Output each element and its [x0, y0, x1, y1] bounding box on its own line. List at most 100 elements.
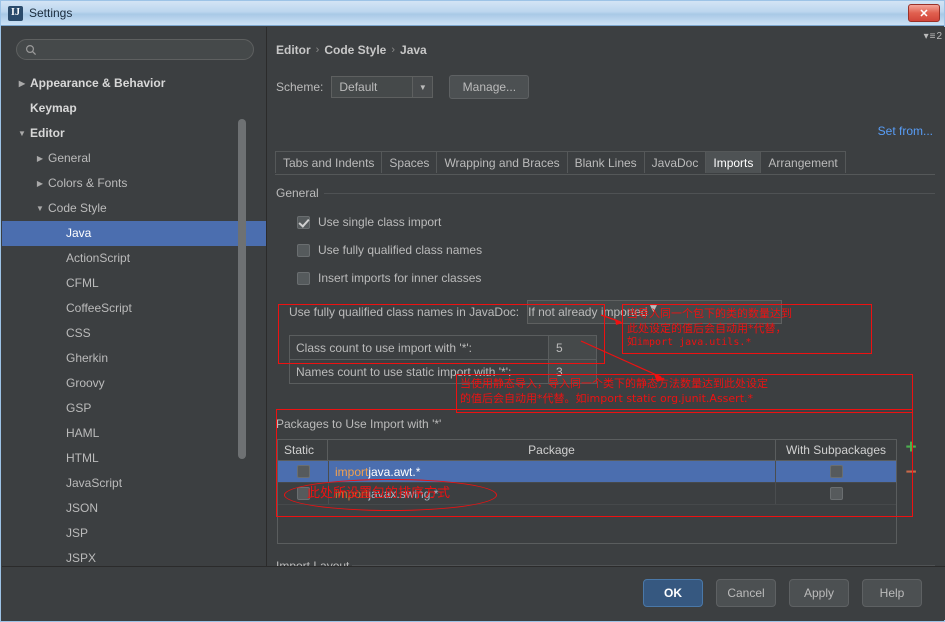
sidebar-item-label: Groovy	[66, 376, 105, 390]
sidebar-item-json[interactable]: JSON	[2, 496, 266, 521]
checkbox-icon[interactable]	[297, 243, 310, 257]
sidebar-item-label: Code Style	[48, 201, 107, 215]
sidebar-item-label: HAML	[66, 426, 100, 440]
twisty-expanded-icon[interactable]: ▼	[16, 121, 28, 146]
annotation-line-2: 此处设定的值后会自动用*代替，	[627, 322, 787, 335]
twisty-collapsed-icon[interactable]: ▶	[34, 146, 46, 171]
scheme-value: Default	[339, 80, 378, 94]
sidebar-item-gsp[interactable]: GSP	[2, 396, 266, 421]
sidebar-item-appearance-behavior[interactable]: ▶ Appearance & Behavior	[2, 71, 266, 96]
general-group-title: General	[276, 186, 325, 200]
sidebar-item-label: Java	[66, 226, 92, 240]
sidebar-item-label: CFML	[66, 276, 99, 290]
sidebar-item-label: Gherkin	[66, 351, 109, 365]
tab-imports[interactable]: Imports	[705, 151, 761, 173]
checkbox-label: Use single class import	[318, 215, 442, 229]
settings-window: IJ Settings ✕ ▶ Appearance & Behavior Keym…	[0, 0, 945, 622]
sidebar-item-label: JSON	[66, 501, 99, 515]
scheme-label: Scheme:	[276, 80, 324, 94]
twisty-expanded-icon[interactable]: ▼	[34, 196, 46, 221]
sidebar-item-label: ActionScript	[66, 251, 131, 265]
sidebar-item-jspx[interactable]: JSPX	[2, 546, 266, 566]
help-button[interactable]: Help	[862, 579, 922, 607]
manage-button[interactable]: Manage...	[449, 75, 530, 99]
twisty-collapsed-icon[interactable]: ▶	[16, 71, 28, 96]
tab-arrangement[interactable]: Arrangement	[760, 151, 846, 173]
annotation-line-1: 当导入同一个包下的类的数量达到	[627, 307, 792, 320]
sidebar-item-label: Keymap	[30, 101, 77, 115]
breadcrumb-separator: ›	[315, 44, 320, 56]
breadcrumb-editor: Editor	[276, 43, 311, 57]
checkbox-use-single-class-import[interactable]: Use single class import	[297, 215, 441, 229]
sidebar-scrollbar-thumb[interactable]	[238, 119, 246, 459]
tab-underline	[275, 174, 935, 175]
checkbox-label: Insert imports for inner classes	[318, 271, 482, 285]
overflow-count: 2	[936, 31, 942, 42]
sidebar-item-groovy[interactable]: Groovy	[2, 371, 266, 396]
sidebar-item-label: JSP	[66, 526, 89, 540]
sidebar-item-css[interactable]: CSS	[2, 321, 266, 346]
annotation-table-note: 此处所设置包的排序方式	[307, 486, 451, 501]
checkbox-use-fully-qualified-class-names[interactable]: Use fully qualified class names	[297, 243, 482, 257]
sidebar-item-html[interactable]: HTML	[2, 446, 266, 471]
annotation-box-counts	[278, 304, 605, 364]
annotation-line-2: 的值后会自动用*代替。如import static org.junit.Asse…	[460, 392, 754, 405]
sidebar-item-label: Colors & Fonts	[48, 176, 128, 190]
scheme-row: Scheme: Default ▼ Manage...	[276, 75, 530, 99]
tab-tabs-and-indents[interactable]: Tabs and Indents	[275, 151, 382, 173]
checkbox-label: Use fully qualified class names	[318, 243, 483, 257]
ok-button[interactable]: OK	[643, 579, 703, 607]
tab-javadoc[interactable]: JavaDoc	[643, 151, 706, 173]
sidebar-item-label: JavaScript	[66, 476, 123, 490]
window-title: Settings	[29, 6, 73, 20]
sidebar-item-editor[interactable]: ▼ Editor	[2, 121, 266, 146]
dialog-button-bar: OK Cancel Apply Help	[2, 566, 945, 620]
breadcrumb-code-style: Code Style	[324, 43, 387, 57]
sidebar-item-label: HTML	[66, 451, 99, 465]
tab-bar[interactable]: Tabs and Indents Spaces Wrapping and Brace…	[275, 151, 935, 175]
sidebar-item-javascript[interactable]: JavaScript	[2, 471, 266, 496]
scheme-dropdown[interactable]: Default ▼	[331, 76, 434, 98]
breadcrumb: Editor › Code Style › Java	[276, 43, 427, 57]
chevron-down-icon[interactable]: ▼	[412, 77, 433, 97]
tab-spaces[interactable]: Spaces	[381, 151, 437, 173]
checkbox-insert-imports-inner-classes[interactable]: Insert imports for inner classes	[297, 271, 481, 285]
sidebar-item-label: GSP	[66, 401, 92, 415]
cancel-button[interactable]: Cancel	[716, 579, 776, 607]
checkbox-icon[interactable]	[297, 271, 310, 285]
breadcrumb-java: Java	[400, 43, 427, 57]
close-icon[interactable]: ✕	[908, 4, 940, 22]
tab-overflow-indicator[interactable]: ▾ ≡ 2	[924, 31, 942, 42]
settings-sidebar: ▶ Appearance & Behavior Keymap ▼ Editor ▶ Gene…	[2, 27, 266, 568]
settings-tree[interactable]: ▶ Appearance & Behavior Keymap ▼ Editor ▶ Gene…	[2, 71, 266, 566]
sidebar-item-java[interactable]: Java	[2, 221, 266, 246]
sidebar-item-code-style[interactable]: ▼ Code Style	[2, 196, 266, 221]
sidebar-item-label: CoffeeScript	[66, 301, 132, 315]
sidebar-item-haml[interactable]: HAML	[2, 421, 266, 446]
apply-button[interactable]: Apply	[789, 579, 849, 607]
set-from-link[interactable]: Set from...	[878, 124, 933, 138]
checkbox-icon-checked[interactable]	[297, 215, 310, 229]
sidebar-item-coffeescript[interactable]: CoffeeScript	[2, 296, 266, 321]
twisty-collapsed-icon[interactable]: ▶	[34, 171, 46, 196]
sidebar-item-label: JSPX	[66, 551, 97, 565]
sidebar-item-gherkin[interactable]: Gherkin	[2, 346, 266, 371]
sidebar-item-jsp[interactable]: JSP	[2, 521, 266, 546]
sidebar-item-colors-fonts[interactable]: ▶ Colors & Fonts	[2, 171, 266, 196]
app-icon: IJ	[8, 5, 23, 21]
sidebar-item-keymap[interactable]: Keymap	[2, 96, 266, 121]
annotation-arrow-2	[580, 340, 665, 382]
sidebar-item-label: CSS	[66, 326, 91, 340]
annotation-arrow-1	[600, 314, 623, 325]
search-input[interactable]	[16, 39, 254, 60]
chevron-down-small-icon: ▾	[923, 31, 929, 42]
tab-blank-lines[interactable]: Blank Lines	[566, 151, 644, 173]
tab-wrapping-and-braces[interactable]: Wrapping and Braces	[436, 151, 567, 173]
sidebar-scrollbar-track[interactable]	[238, 71, 256, 566]
sidebar-item-label: Editor	[30, 126, 65, 140]
sidebar-item-label: General	[48, 151, 91, 165]
sidebar-item-general[interactable]: ▶ General	[2, 146, 266, 171]
sidebar-item-actionscript[interactable]: ActionScript	[2, 246, 266, 271]
general-group-line	[324, 193, 935, 194]
sidebar-item-cfml[interactable]: CFML	[2, 271, 266, 296]
